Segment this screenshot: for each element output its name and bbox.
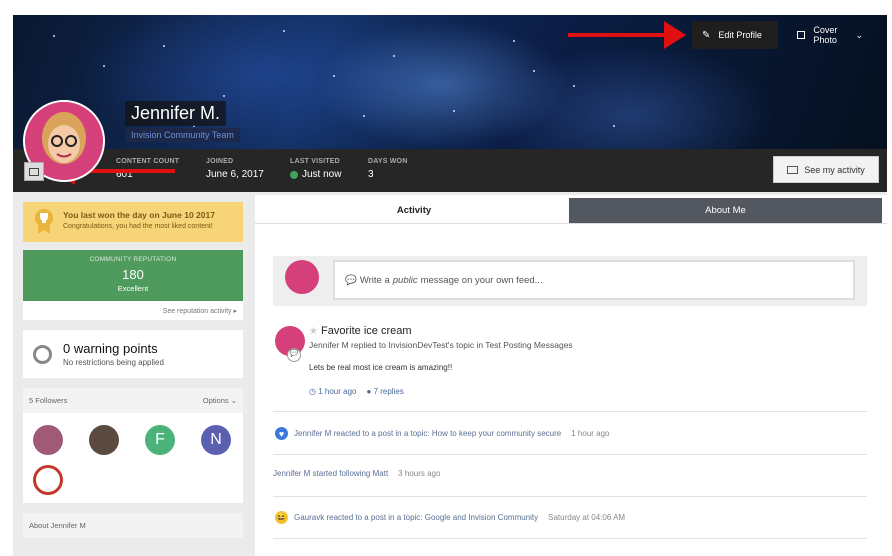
feed-line: ♥ Jennifer M reacted to a post in a topi…	[275, 427, 610, 440]
warning-card: 0 warning points No restrictions being a…	[23, 330, 243, 378]
see-my-activity-button[interactable]: See my activity	[773, 156, 879, 183]
image-icon	[29, 167, 39, 176]
cover-photo-label: Cover Photo	[813, 25, 838, 45]
placeholder-suffix: message on your own feed...	[420, 274, 543, 286]
post-replies[interactable]: ● 7 replies	[366, 387, 403, 396]
activity-feed: 💬 Write a public message on your own fee…	[255, 223, 887, 556]
post-replies-text: 7 replies	[373, 387, 404, 396]
composer-avatar	[285, 260, 319, 294]
status-composer: 💬 Write a public message on your own fee…	[273, 256, 867, 306]
profile-page: ✎ Edit Profile Cover Photo ⌄ CONTENT COU…	[13, 15, 887, 556]
feed-text[interactable]: Jennifer M started following Matt	[273, 469, 388, 478]
online-status-icon	[290, 170, 298, 179]
day-won-title: You last won the day on June 10 2017	[63, 210, 215, 220]
see-my-activity-label: See my activity	[804, 164, 865, 175]
followers-list: F N	[23, 413, 243, 503]
feed-item: ♥ Jennifer M reacted to a post in a topi…	[273, 413, 867, 455]
status-input[interactable]: 💬 Write a public message on your own fee…	[333, 260, 855, 300]
day-won-subtitle: Congratulations, you had the most liked …	[63, 223, 213, 230]
follower-avatar[interactable]: N	[201, 425, 231, 455]
post-title-text: Favorite ice cream	[321, 325, 412, 337]
post-body: Lets be real most ice cream is amazing!!	[309, 363, 453, 372]
stat-label: DAYS WON	[368, 158, 408, 165]
profile-sidebar: You last won the day on June 10 2017 Con…	[23, 202, 243, 538]
laughing-icon: 😆	[275, 511, 288, 524]
chevron-down-icon: ⌄	[855, 29, 863, 40]
chat-bubble-icon: 💬	[345, 274, 357, 286]
feed-item: Jennifer M started following Matt 3 hour…	[273, 455, 867, 497]
pencil-icon: ✎	[702, 29, 711, 41]
profile-group: Invision Community Team	[125, 128, 240, 142]
reputation-status: Excellent	[117, 284, 149, 293]
stat-label: JOINED	[206, 158, 234, 165]
placeholder-prefix: Write a	[359, 274, 390, 286]
followers-card: 5 Followers Options ⌄ F N	[23, 388, 243, 503]
stat-label: LAST VISITED	[290, 158, 340, 165]
feed-time: Saturday at 04:06 AM	[548, 513, 626, 522]
reputation-box: COMMUNITY REPUTATION 180 Excellent	[23, 250, 243, 301]
reputation-card: COMMUNITY REPUTATION 180 Excellent See r…	[23, 250, 243, 320]
main-content: Activity About Me 💬 Write a public messa…	[255, 195, 887, 556]
day-won-card: You last won the day on June 10 2017 Con…	[23, 202, 243, 242]
reputation-label: COMMUNITY REPUTATION	[89, 256, 177, 263]
reputation-value: 180	[122, 267, 144, 282]
comment-icon: 💬	[287, 348, 301, 362]
feed-item: 😆 Gauravk reacted to a post in a topic: …	[273, 497, 867, 539]
follower-avatar[interactable]	[89, 425, 119, 455]
comment-icon: ●	[366, 387, 372, 396]
activity-icon	[787, 165, 799, 174]
follower-avatar[interactable]	[33, 425, 63, 455]
heart-icon: ♥	[275, 427, 288, 440]
post-time-text: 1 hour ago	[318, 387, 357, 396]
post-title[interactable]: ★ Favorite ice cream	[309, 325, 412, 337]
feed-line: Jennifer M started following Matt 3 hour…	[273, 469, 440, 478]
red-arrow-annotation	[568, 21, 686, 49]
post-subtitle: Jennifer M replied to InvisionDevTest's …	[309, 340, 573, 350]
stat-label: CONTENT COUNT	[116, 158, 180, 165]
star-icon: ★	[309, 326, 318, 337]
followers-title: 5 Followers	[29, 396, 68, 405]
change-photo-button[interactable]	[24, 162, 44, 181]
post-meta: ◷ 1 hour ago ● 7 replies	[309, 387, 404, 396]
cover-photo-button[interactable]: Cover Photo ⌄	[787, 21, 873, 49]
feed-text[interactable]: Gauravk reacted to a post in a topic: Go…	[294, 513, 538, 522]
feed-text[interactable]: Jennifer M reacted to a post in a topic:…	[294, 429, 561, 438]
feed-time: 1 hour ago	[571, 429, 610, 438]
follower-avatar[interactable]	[33, 465, 63, 495]
followers-header: 5 Followers Options ⌄	[23, 388, 243, 413]
followers-options-button[interactable]: Options ⌄	[203, 396, 237, 405]
see-reputation-activity-link[interactable]: See reputation activity ▸	[23, 301, 243, 320]
trophy-icon	[33, 208, 55, 234]
follower-avatar[interactable]: F	[145, 425, 175, 455]
post-time[interactable]: ◷ 1 hour ago	[309, 387, 356, 396]
clock-icon: ◷	[309, 387, 316, 396]
placeholder-emphasis: public	[392, 274, 418, 286]
stat-value: June 6, 2017	[206, 169, 264, 180]
feed-line: 😆 Gauravk reacted to a post in a topic: …	[275, 511, 625, 524]
warning-points: 0 warning points	[63, 341, 158, 356]
stat-days-won: DAYS WON 3	[368, 158, 407, 180]
edit-profile-button[interactable]: ✎ Edit Profile	[692, 21, 778, 49]
edit-profile-label: Edit Profile	[718, 30, 762, 40]
tab-activity[interactable]: Activity	[259, 198, 569, 223]
warning-ring-icon	[33, 345, 52, 364]
feed-post: 💬 ★ Favorite ice cream Jennifer M replie…	[273, 322, 867, 412]
tab-about-me[interactable]: About Me	[569, 198, 882, 223]
stat-value: Just now	[290, 169, 341, 180]
warning-subtitle: No restrictions being applied	[63, 358, 164, 367]
stat-joined: JOINED June 6, 2017	[206, 158, 264, 180]
image-icon	[797, 31, 806, 39]
feed-time: 3 hours ago	[398, 469, 441, 478]
stat-last-visited: LAST VISITED Just now	[290, 158, 341, 180]
last-visited-value: Just now	[302, 169, 342, 180]
stat-value: 3	[368, 169, 374, 180]
profile-name: Jennifer M.	[125, 101, 227, 126]
about-header: About Jennifer M	[23, 513, 243, 538]
